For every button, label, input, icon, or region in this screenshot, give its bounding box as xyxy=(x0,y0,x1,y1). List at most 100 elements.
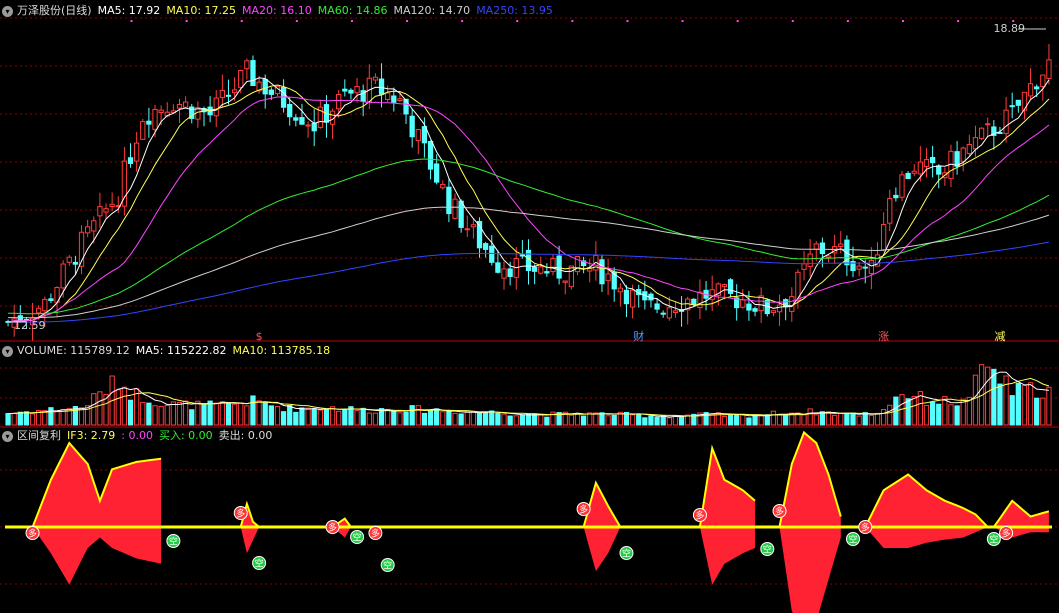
candle-body xyxy=(691,298,697,305)
volume-bar xyxy=(403,411,409,426)
volume-bar xyxy=(801,414,807,426)
volume-bar xyxy=(636,413,642,426)
volume-bar xyxy=(238,402,244,426)
volume-bar xyxy=(446,410,452,426)
candle-body xyxy=(182,101,189,108)
chevron-down-icon[interactable]: ▾ xyxy=(2,430,13,442)
candle-body xyxy=(60,263,66,289)
candle-body xyxy=(293,117,299,121)
candle-body xyxy=(287,103,293,118)
event-marker: 涨 xyxy=(878,330,889,343)
candle-body xyxy=(397,98,403,101)
volume-bar xyxy=(176,401,183,426)
volume-bar xyxy=(287,404,293,426)
candle-body xyxy=(605,273,611,282)
sell-signal-label: 空 xyxy=(169,536,178,548)
candle-body xyxy=(470,224,477,228)
candle-body xyxy=(770,310,777,314)
candle-body xyxy=(654,303,660,310)
volume-bar xyxy=(489,410,495,426)
ma60-value: MA60: 14.86 xyxy=(317,4,388,17)
volume-bar xyxy=(580,415,587,426)
volume-bar xyxy=(219,401,226,426)
candle-body xyxy=(42,298,48,312)
candle-body xyxy=(446,186,452,215)
chevron-down-icon[interactable]: ▾ xyxy=(2,5,13,17)
chevron-down-icon[interactable]: ▾ xyxy=(2,345,13,357)
candle-body xyxy=(1015,99,1021,106)
candle-body xyxy=(966,143,972,154)
top-tick xyxy=(571,20,574,22)
candle-body xyxy=(825,255,832,259)
candle-body xyxy=(378,78,385,95)
volume-bar xyxy=(427,410,434,426)
candle-body xyxy=(868,260,875,274)
volume-bar xyxy=(678,415,685,426)
candle-body xyxy=(176,103,183,109)
buy-signal-label: 多 xyxy=(236,508,245,520)
candle-body xyxy=(482,243,489,250)
volume-bar xyxy=(1009,395,1015,426)
candle-body xyxy=(666,307,672,319)
volume-bar xyxy=(415,405,421,426)
candle-body xyxy=(985,123,991,126)
candle-body xyxy=(880,224,887,251)
candle-body xyxy=(556,255,562,279)
candle-body xyxy=(752,308,758,312)
candle-body xyxy=(501,268,507,279)
top-tick xyxy=(791,20,794,22)
volume-bar xyxy=(440,411,446,426)
candle-body xyxy=(48,298,54,302)
sell-signal-label: 空 xyxy=(763,544,772,556)
candle-body xyxy=(268,89,274,95)
volume-bar xyxy=(317,409,323,426)
candle-body xyxy=(403,98,409,115)
volume-bar xyxy=(121,386,128,426)
candle-body xyxy=(127,157,134,164)
volume-bar xyxy=(11,412,17,426)
price-high-label: 18.89 xyxy=(993,22,1026,35)
volume-bar xyxy=(513,415,519,426)
volume-bar xyxy=(262,402,268,426)
volume-bar xyxy=(868,414,875,426)
top-tick xyxy=(516,20,519,22)
candle-body xyxy=(464,228,470,231)
candle-body xyxy=(158,109,164,114)
buy-signal-label: 多 xyxy=(861,522,870,534)
candle-body xyxy=(936,165,942,175)
volume-legend: ▾ VOLUME: 115789.12 MA5: 115222.82 MA10:… xyxy=(0,343,336,359)
candle-body xyxy=(305,124,311,127)
volume-bar xyxy=(721,415,728,426)
volume-bar xyxy=(293,411,299,426)
volume-bar xyxy=(470,411,477,426)
volume-bar xyxy=(629,414,636,426)
sell-signal-label: 空 xyxy=(849,534,858,546)
candle-body xyxy=(972,137,979,150)
candle-body xyxy=(1040,74,1046,88)
volume-bar xyxy=(115,389,121,426)
volume-bar xyxy=(274,405,281,426)
stock-chart[interactable]: $ 财涨减多多多多多多 多多多空空空空空 空空空 xyxy=(0,0,1059,613)
volume-ma10-line xyxy=(8,377,1050,417)
volume-bar xyxy=(831,414,838,426)
candle-body xyxy=(954,151,960,167)
candle-body xyxy=(146,120,152,125)
indicator-legend: ▾ 区间复利 IF3: 2.79 : 0.00 买入: 0.00 卖出: 0.0… xyxy=(0,428,278,444)
volume-bar xyxy=(1034,397,1040,426)
sell-signal-label: 空 xyxy=(989,534,998,546)
volume-bar xyxy=(458,413,464,426)
candle-body xyxy=(813,243,819,250)
volume-bar xyxy=(1021,385,1028,426)
candle-body xyxy=(244,60,250,70)
volume-bar xyxy=(874,412,881,426)
volume-bar xyxy=(568,414,575,426)
candle-body xyxy=(372,76,379,81)
candle-body xyxy=(629,289,636,308)
top-tick xyxy=(626,20,629,22)
volume-bar xyxy=(127,399,134,426)
candle-body xyxy=(740,299,746,308)
volume-bar xyxy=(734,414,740,426)
candle-body xyxy=(599,259,605,285)
candle-body xyxy=(225,94,232,97)
volume-bar xyxy=(997,383,1003,426)
